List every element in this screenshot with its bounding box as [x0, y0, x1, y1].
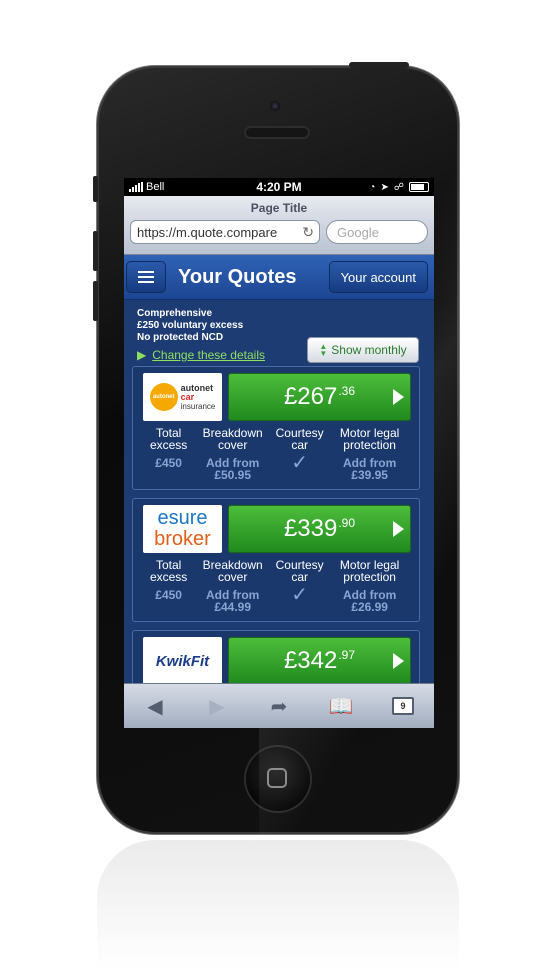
bookmarks-button[interactable]: 📖 — [321, 691, 361, 721]
volume-up-button — [93, 231, 98, 271]
book-icon: 📖 — [328, 695, 354, 718]
quote-card: autonet autonet car insurance £267.36 To — [132, 366, 420, 490]
price-pence: .36 — [338, 384, 356, 398]
price-pounds: £267 — [283, 383, 338, 410]
summary-excess: £250 voluntary excess — [137, 320, 244, 331]
up-down-arrows-icon: ▲ ▼ — [319, 341, 328, 358]
reload-icon[interactable]: ↻ — [302, 224, 314, 241]
page-title: Page Title — [250, 201, 308, 215]
app-header: Your Quotes Your account — [124, 255, 434, 300]
arrow-right-icon — [393, 389, 404, 405]
url-text: https://m.quote.compare — [137, 224, 278, 240]
price-button[interactable]: £339.90 — [228, 505, 411, 553]
show-monthly-button[interactable]: ▲ ▼ Show monthly — [307, 337, 419, 363]
esure-logo: esure broker — [143, 505, 222, 553]
volume-down-button — [93, 281, 98, 321]
status-time: 4:20 PM — [256, 180, 302, 194]
power-button — [349, 62, 409, 68]
back-arrow-icon: ◀ — [147, 695, 163, 718]
back-button[interactable]: ◀ — [135, 691, 175, 721]
feature-courtesy-car: Courtesy car ✓ — [271, 427, 328, 481]
summary-cover-type: Comprehensive — [137, 308, 213, 319]
url-field[interactable]: https://m.quote.compare ↻ — [130, 220, 320, 244]
excess-value: £450 — [155, 588, 182, 602]
phone-screen: Bell 4:20 PM ◔ ➤ ☍ Page Title https://m.… — [124, 178, 434, 728]
quotes-list: autonet autonet car insurance £267.36 To — [124, 366, 434, 694]
share-icon: ➦ — [270, 695, 288, 718]
header-title: Your Quotes — [178, 265, 297, 288]
policy-summary: Comprehensive £250 voluntary excess No p… — [124, 300, 434, 366]
checkmark-icon: ✓ — [291, 584, 309, 606]
earpiece-speaker — [246, 128, 308, 137]
forward-button[interactable]: ▶ — [197, 691, 237, 721]
tabs-icon: 9 — [392, 697, 414, 715]
feature-breakdown[interactable]: Breakdown cover Add from £44.99 — [194, 559, 271, 613]
hamburger-icon — [138, 271, 154, 273]
menu-button[interactable] — [126, 261, 166, 293]
mute-switch — [93, 176, 98, 202]
quote-card: esure broker £339.90 Total excess £450 Br… — [132, 498, 420, 622]
status-bar: Bell 4:20 PM ◔ ➤ ☍ — [124, 178, 434, 196]
tabs-button[interactable]: 9 — [383, 691, 423, 721]
search-input[interactable]: Google — [326, 220, 428, 244]
arrow-right-icon — [393, 653, 404, 669]
checkmark-icon: ✓ — [291, 452, 309, 474]
price-pounds: £342 — [283, 647, 338, 674]
feature-legal-protection[interactable]: Motor legal protection Add from £26.99 — [328, 559, 411, 613]
price-pounds: £339 — [283, 515, 338, 542]
browser-toolbar: ◀ ▶ ➦ 📖 9 — [124, 683, 434, 728]
play-arrow-icon: ▶ — [137, 348, 147, 362]
feature-legal-protection[interactable]: Motor legal protection Add from £39.95 — [328, 427, 411, 481]
change-details-label: Change these details — [152, 348, 265, 362]
your-account-button[interactable]: Your account — [328, 261, 428, 293]
feature-courtesy-car: Courtesy car ✓ — [271, 559, 328, 613]
share-button[interactable]: ➦ — [259, 691, 299, 721]
front-camera — [270, 101, 280, 111]
feature-breakdown[interactable]: Breakdown cover Add from £50.95 — [194, 427, 271, 481]
price-button[interactable]: £342.97 — [228, 637, 411, 685]
feature-excess: Total excess £450 — [143, 559, 194, 613]
feature-excess: Total excess £450 — [143, 427, 194, 481]
autonet-logo: autonet autonet car insurance — [143, 373, 222, 421]
excess-value: £450 — [155, 456, 182, 470]
forward-arrow-icon: ▶ — [209, 695, 225, 718]
browser-top-bar: Page Title https://m.quote.compare ↻ Goo… — [124, 196, 434, 255]
search-placeholder: Google — [337, 224, 379, 240]
battery-icon — [409, 182, 429, 192]
phone-reflection — [97, 840, 459, 970]
home-button[interactable] — [246, 747, 310, 811]
price-pence: .90 — [338, 516, 356, 530]
price-pence: .97 — [338, 648, 356, 662]
price-button[interactable]: £267.36 — [228, 373, 411, 421]
arrow-right-icon — [393, 521, 404, 537]
show-monthly-label: Show monthly — [331, 343, 407, 357]
kwikfit-logo: KwikFit — [143, 637, 222, 685]
